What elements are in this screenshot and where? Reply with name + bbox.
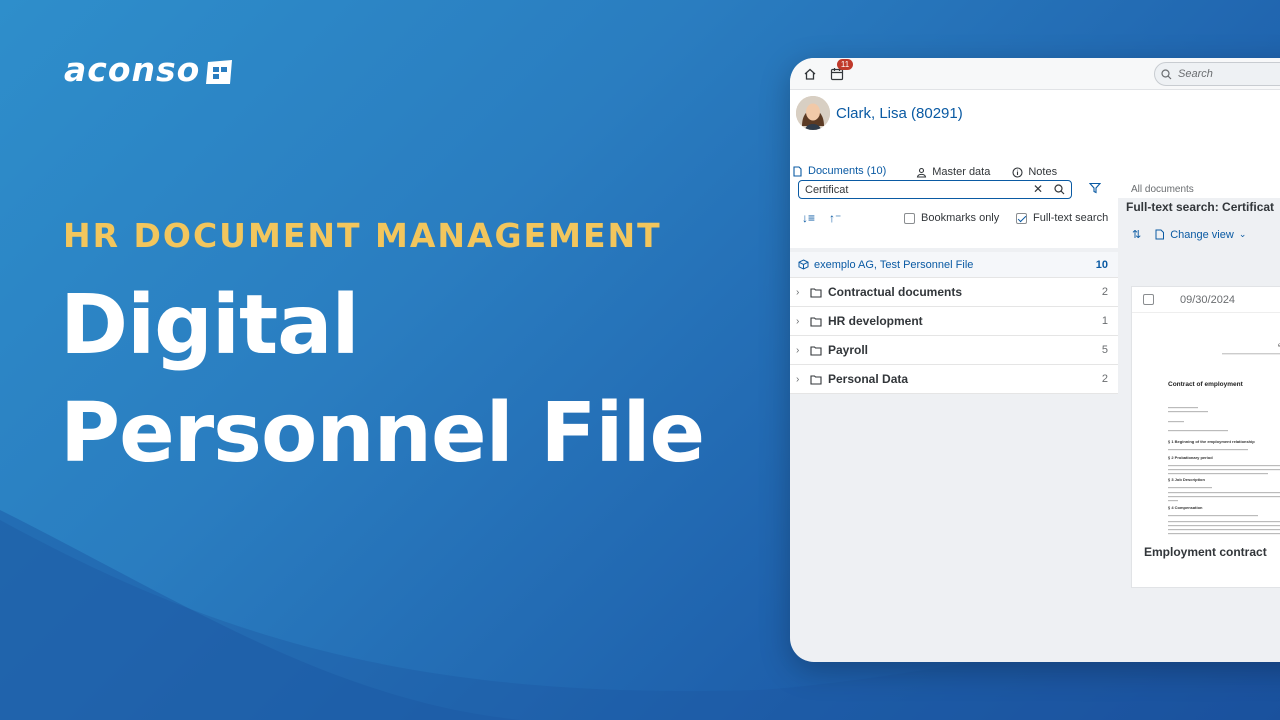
document-tree-panel: Certificat ✕ ↓≡ ↑⁻ Bookmarks only Full-t… (790, 178, 1118, 662)
global-search-input[interactable]: Search (1154, 62, 1280, 86)
logo-text: aconso (64, 50, 201, 89)
card-checkbox[interactable] (1143, 294, 1154, 305)
chevron-down-icon: ⌄ (1238, 229, 1247, 239)
folder-count: 2 (1101, 286, 1108, 298)
search-icon (1161, 68, 1172, 79)
results-title: Full-text search: Certificat (1126, 200, 1275, 214)
tab-label: Documents (10) (808, 165, 887, 177)
document-icon (1155, 229, 1165, 240)
logo-window-icon (206, 59, 233, 84)
filter-icon[interactable] (1089, 182, 1101, 194)
document-icon (793, 165, 802, 177)
chevron-right-icon[interactable]: › (796, 345, 810, 356)
card-header: 09/30/2024 ☆ (1132, 287, 1280, 313)
search-icon[interactable] (1054, 184, 1065, 195)
headline-line-2: Personnel File (60, 386, 705, 481)
bookmarks-only-checkbox[interactable]: Bookmarks only (904, 212, 999, 224)
preview-section-3: § 3 Job Description (1168, 477, 1205, 482)
search-query: Certificat (805, 184, 849, 196)
preview-section-1: § 1 Beginning of the employment relation… (1168, 439, 1255, 444)
headline-line-1: Digital (60, 278, 360, 373)
notification-badge: 11 (837, 59, 853, 70)
tree-folder-contractual-documents[interactable]: › Contractual documents 2 (790, 278, 1118, 307)
folder-label: Payroll (828, 343, 869, 357)
change-view-button[interactable]: Change view ⌄ (1155, 229, 1246, 241)
tree-folder-hr-development[interactable]: › HR development 1 (790, 307, 1118, 336)
info-icon (1012, 166, 1023, 178)
folder-icon (810, 374, 822, 385)
cube-icon (798, 259, 809, 270)
employee-name[interactable]: Clark, Lisa (80291) (836, 105, 963, 122)
tab-label: Master data (932, 166, 991, 178)
checkbox-box[interactable] (904, 212, 915, 224)
folder-count: 1 (1101, 315, 1108, 327)
checkbox-box[interactable] (1016, 212, 1027, 224)
clear-icon[interactable]: ✕ (1033, 183, 1043, 195)
home-icon[interactable] (803, 67, 817, 81)
folder-icon (810, 316, 822, 327)
tree-root-count: 10 (1095, 258, 1108, 271)
folder-count: 5 (1101, 344, 1108, 356)
fulltext-search-input[interactable]: Certificat ✕ (798, 180, 1072, 199)
folder-label: Personal Data (828, 372, 909, 386)
folder-label: Contractual documents (828, 285, 963, 299)
chevron-right-icon[interactable]: › (796, 374, 810, 385)
tree-folder-personal-data[interactable]: › Personal Data 2 (790, 365, 1118, 394)
document-card[interactable]: 09/30/2024 ☆ exemplo Contract of employm… (1131, 286, 1280, 588)
chevron-right-icon[interactable]: › (796, 287, 810, 298)
search-placeholder: Search (1178, 68, 1213, 80)
hero-headline: Digital Personnel File (60, 272, 705, 488)
eyebrow-heading: HR DOCUMENT MANAGEMENT (63, 216, 662, 255)
sort-icon[interactable]: ⇅ (1132, 228, 1141, 241)
shell-bar: 11 Search (790, 58, 1280, 90)
tree-root-label: exemplo AG, Test Personnel File (814, 258, 974, 271)
sort-descending-icon[interactable]: ↓≡ (802, 211, 815, 225)
document-date: 09/30/2024 (1180, 293, 1236, 306)
folder-icon (810, 345, 822, 356)
checkbox-label: Full-text search (1033, 212, 1109, 224)
document-title: Employment contract (1144, 545, 1267, 559)
folder-count: 2 (1101, 373, 1108, 385)
filter-bar: Certificat ✕ ↓≡ ↑⁻ Bookmarks only Full-t… (790, 178, 1118, 248)
folder-tree: exemplo AG, Test Personnel File 10 › Con… (790, 252, 1118, 394)
results-panel: All documents Full-text search: Certific… (1120, 178, 1280, 662)
checkbox-label: Bookmarks only (921, 212, 1000, 224)
app-window: 11 Search Clark, Lisa (80291) Documents … (790, 58, 1280, 662)
person-icon (917, 167, 927, 178)
tree-folder-payroll[interactable]: › Payroll 5 (790, 336, 1118, 365)
document-preview[interactable]: exemplo Contract of employment § 1 Begin… (1132, 313, 1280, 553)
avatar (796, 96, 830, 130)
sort-ascending-icon[interactable]: ↑⁻ (829, 211, 841, 225)
preview-section-2: § 2 Probationary period (1168, 455, 1213, 460)
chevron-right-icon[interactable]: › (796, 316, 810, 327)
preview-section-4: § 4 Compensation (1168, 505, 1203, 510)
aconso-logo: aconso (64, 50, 234, 89)
tab-label: Notes (1028, 166, 1058, 178)
sort-buttons: ↓≡ ↑⁻ (802, 211, 841, 225)
folder-label: HR development (828, 314, 923, 328)
results-toolbar: ⇅ Change view ⌄ (1132, 228, 1246, 242)
change-view-label: Change view (1170, 228, 1234, 241)
breadcrumb[interactable]: All documents (1131, 184, 1194, 195)
preview-heading: Contract of employment (1168, 381, 1244, 388)
fulltext-search-checkbox[interactable]: Full-text search (1016, 212, 1108, 224)
tree-root[interactable]: exemplo AG, Test Personnel File 10 (790, 252, 1118, 278)
folder-icon (810, 287, 822, 298)
